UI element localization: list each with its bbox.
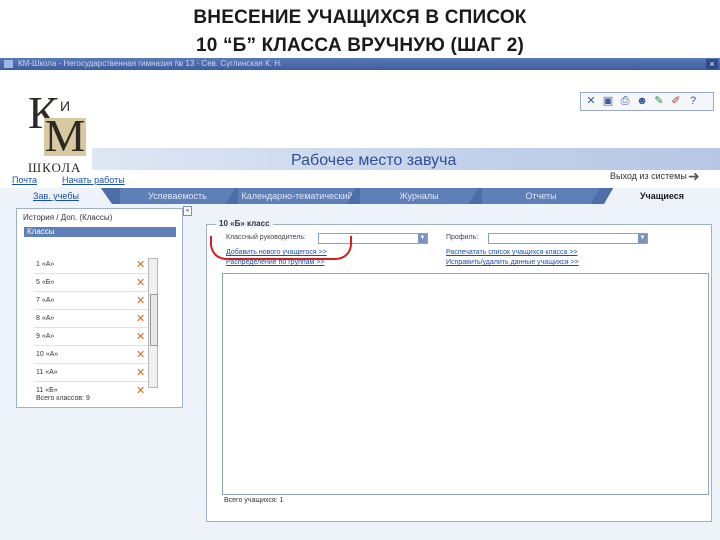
slide-title-line1: ВНЕСЕНИЕ УЧАЩИХСЯ В СПИСОК	[193, 7, 527, 28]
workplace-title: Рабочее место завуча	[291, 152, 457, 169]
tab-progress[interactable]: Успеваемость	[120, 188, 235, 204]
tab-zav[interactable]: Зав. учебы	[0, 188, 112, 204]
classes-list: 1 «А» ✕ 5 «Б» ✕ 7 «А» ✕ 8 «А» ✕ 9 «А» ✕ 10 «А…	[34, 256, 162, 397]
class-panel-legend: 10 «Б» класс	[216, 219, 273, 228]
logout-arrow-icon[interactable]: ➜	[688, 168, 700, 185]
close-icon[interactable]: ✕	[585, 95, 597, 107]
delete-icon[interactable]: ✕	[136, 274, 145, 292]
logout-link[interactable]: Выход из системы	[610, 171, 687, 181]
classes-panel-title: История / Доп. (Классы)	[23, 213, 113, 222]
print-icon[interactable]: ⎙	[619, 95, 631, 107]
print-list-link[interactable]: Распечатать список учащихся класса >>	[446, 249, 578, 256]
list-item[interactable]: 5 «Б» ✕	[34, 274, 154, 292]
nav-home-link[interactable]: Почта	[12, 175, 37, 185]
edit-students-link[interactable]: Исправить/удалить данные учащихся >>	[446, 259, 579, 266]
tab-calendar[interactable]: Календарно-тематический	[238, 188, 356, 204]
classes-list-header: Классы	[24, 227, 176, 237]
list-item[interactable]: 1 «А» ✕	[34, 256, 154, 274]
list-item[interactable]: 8 «А» ✕	[34, 310, 154, 328]
chevron-down-icon[interactable]: ▼	[418, 234, 427, 243]
users-icon[interactable]: ☻	[636, 95, 648, 107]
window-titlebar: КМ-Школа - Негосударственная гимназия № …	[0, 58, 720, 70]
list-item[interactable]: 11 «А» ✕	[34, 364, 154, 382]
logo-caption: ШКОЛА	[28, 160, 82, 175]
delete-icon[interactable]: ✕	[136, 256, 145, 274]
students-grid[interactable]	[222, 273, 709, 495]
delete-icon[interactable]: ✕	[136, 364, 145, 382]
scrollbar-thumb[interactable]	[150, 294, 158, 346]
chevron-down-icon[interactable]: ▼	[638, 234, 647, 243]
window-title: КМ-Школа - Негосударственная гимназия № …	[18, 59, 283, 68]
delete-icon[interactable]: ✕	[136, 292, 145, 310]
profile-label: Профиль:	[446, 234, 479, 241]
slide-title-line2: 10 “Б” КЛАССА ВРУЧНУЮ (ШАГ 2)	[195, 35, 525, 56]
app-header: ✕ ▣ ⎙ ☻ ✎ ✐ ? К И М ШКОЛА Рабочее место …	[0, 70, 720, 204]
toolbar: ✕ ▣ ⎙ ☻ ✎ ✐ ?	[580, 92, 714, 111]
tab-journals[interactable]: Журналы	[360, 188, 478, 204]
logo-block: М	[44, 112, 86, 160]
delete-icon[interactable]: ✕	[136, 346, 145, 364]
profile-select[interactable]: ▼	[488, 233, 648, 244]
app-icon	[4, 60, 13, 68]
annotation-underline	[210, 236, 352, 260]
edit-icon[interactable]: ✎	[653, 95, 665, 107]
tab-bar: Зав. учебы Успеваемость Календарно-темат…	[0, 188, 720, 204]
delete-icon[interactable]: ✕	[136, 382, 145, 400]
distribution-link[interactable]: Распределение по группам >>	[226, 259, 325, 266]
logo-letter-m: М	[44, 110, 86, 161]
tab-reports[interactable]: Отчеты	[482, 188, 600, 204]
help-icon[interactable]: ?	[687, 95, 699, 107]
delete-icon[interactable]: ✕	[136, 328, 145, 346]
list-item[interactable]: 9 «А» ✕	[34, 328, 154, 346]
classes-scrollbar[interactable]	[148, 258, 158, 388]
nav-start-link[interactable]: Начать работы	[62, 175, 125, 185]
window-close-button[interactable]: ×	[706, 59, 718, 69]
pen-icon[interactable]: ✐	[670, 95, 682, 107]
delete-icon[interactable]: ✕	[136, 310, 145, 328]
list-item[interactable]: 10 «А» ✕	[34, 346, 154, 364]
classes-total: Всего классов: 9	[36, 395, 90, 402]
collapse-panel-button[interactable]: «	[183, 206, 192, 216]
students-total: Всего учащихся: 1	[224, 497, 284, 504]
tab-students[interactable]: Учащиеся	[604, 188, 720, 204]
list-item[interactable]: 7 «А» ✕	[34, 292, 154, 310]
save-icon[interactable]: ▣	[602, 95, 614, 107]
